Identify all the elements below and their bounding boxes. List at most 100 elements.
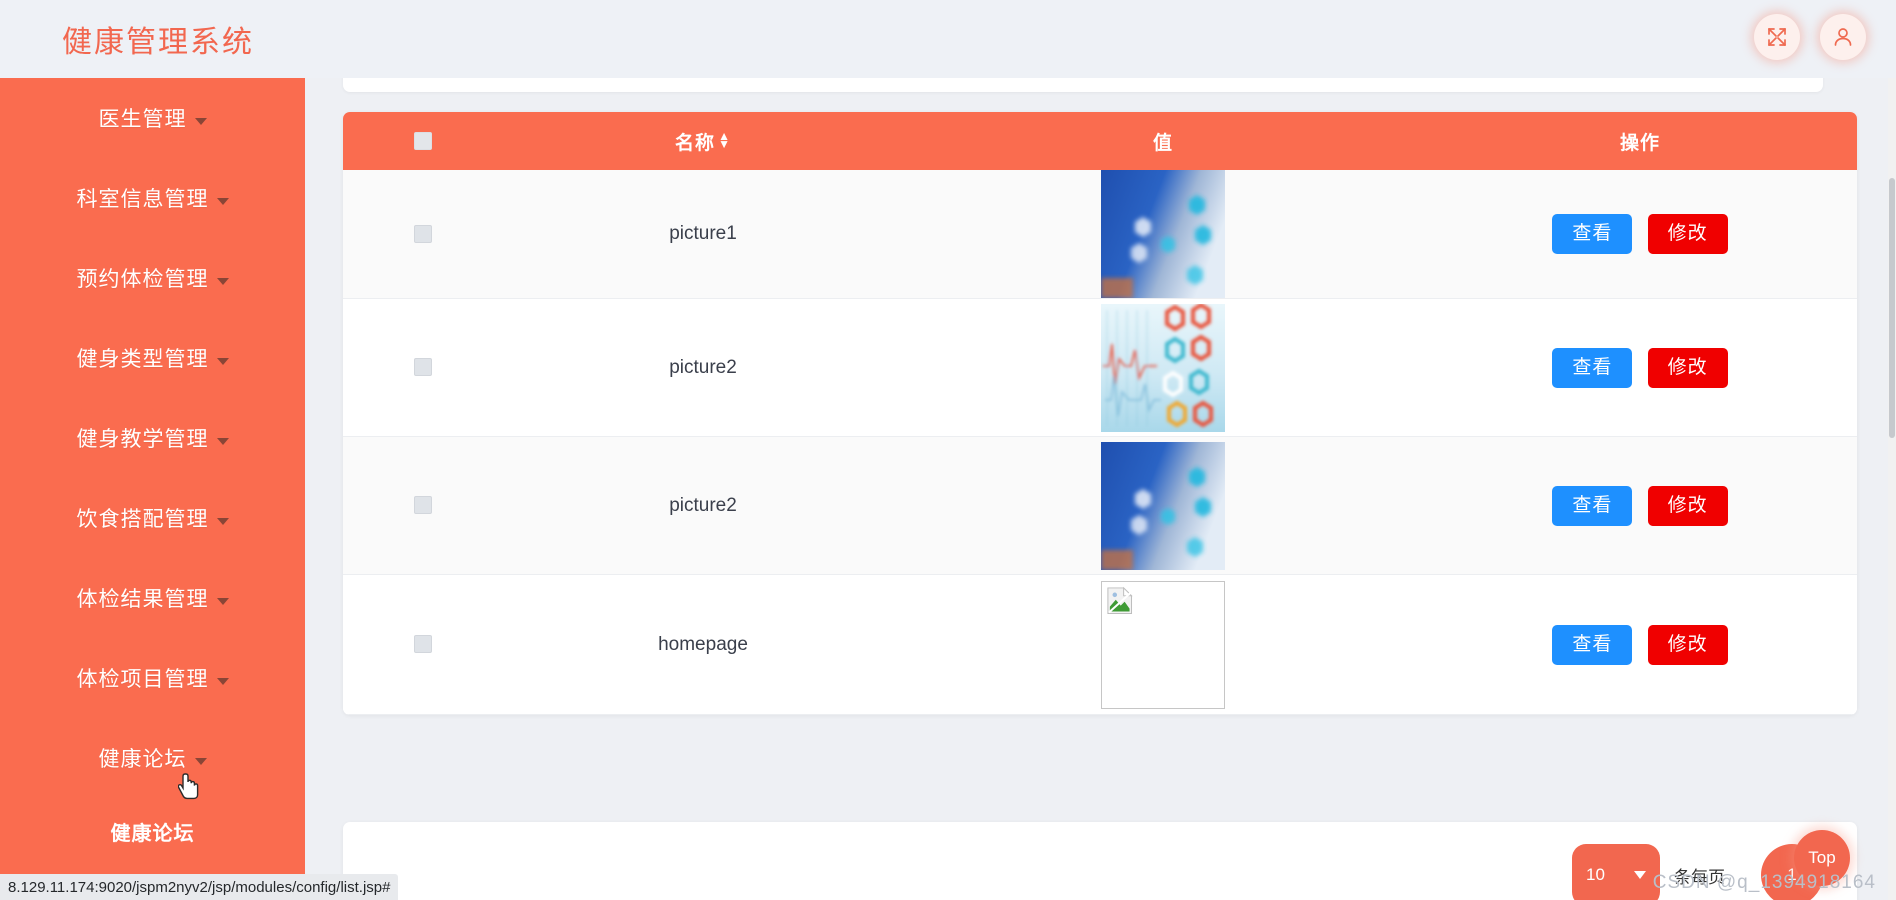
row-checkbox[interactable] (414, 496, 432, 515)
sidebar-item-fitness-teaching-management[interactable]: 健身教学管理 (0, 398, 305, 478)
header-select-all[interactable] (343, 112, 503, 170)
thumbnail-wrapper (903, 170, 1423, 298)
view-button[interactable]: 查看 (1552, 347, 1633, 388)
edit-button[interactable]: 修改 (1647, 485, 1728, 526)
view-button[interactable]: 查看 (1552, 214, 1633, 254)
sidebar-item-label: 体检结果管理 (76, 588, 209, 611)
sidebar-item-label: 体检项目管理 (76, 668, 209, 691)
sidebar-item-label: 预约体检管理 (76, 268, 209, 291)
chevron-down-icon (194, 757, 207, 765)
row-operation-cell: 查看 修改 (1423, 170, 1857, 299)
thumbnail-wrapper (903, 580, 1423, 709)
row-select-cell[interactable] (343, 298, 503, 437)
row-value-cell (903, 298, 1423, 437)
vertical-scrollbar-thumb[interactable] (1889, 178, 1895, 438)
chevron-down-icon (216, 677, 229, 685)
row-name-cell: picture1 (503, 170, 903, 299)
sidebar-item-label: 健身教学管理 (76, 428, 209, 451)
page-size-value: 10 (1586, 865, 1605, 884)
row-value-cell (903, 574, 1423, 715)
sidebar-item-department-info-management[interactable]: 科室信息管理 (0, 158, 305, 238)
thumbnail-image-blue-hex[interactable] (1101, 170, 1225, 298)
sidebar-item-label: 医生管理 (98, 108, 187, 131)
sidebar-item-label: 科室信息管理 (76, 188, 209, 211)
pagination-footer: 10 条每页 1 (343, 822, 1857, 900)
thumbnail-image-blue-hex[interactable] (1101, 441, 1225, 570)
row-name-value: picture1 (669, 223, 737, 244)
header-operation: 操作 (1423, 112, 1857, 170)
table-row[interactable]: picture2 查看 修改 (343, 298, 1857, 437)
select-all-checkbox[interactable] (414, 131, 432, 150)
header-name[interactable]: 名称 ▲ ▼ (503, 112, 903, 170)
header-name-label: 名称 (675, 132, 716, 154)
sidebar-item-fitness-type-management[interactable]: 健身类型管理 (0, 318, 305, 398)
row-checkbox[interactable] (414, 224, 432, 243)
main-content: 名称 ▲ ▼ 值 操作 picture1 查看 修改 picture2 查看 修… (305, 78, 1896, 900)
fullscreen-icon[interactable] (1754, 14, 1800, 60)
sidebar-item-checkup-project-management[interactable]: 体检项目管理 (0, 638, 305, 718)
row-name-cell: homepage (503, 574, 903, 715)
chevron-down-icon (216, 437, 229, 445)
chevron-down-icon (216, 597, 229, 605)
row-operation-cell: 查看 修改 (1423, 436, 1857, 575)
row-name-cell: picture2 (503, 436, 903, 575)
row-select-cell[interactable] (343, 436, 503, 575)
table-row[interactable]: homepage 查看 修改 (343, 574, 1857, 715)
row-checkbox[interactable] (414, 358, 432, 377)
sidebar-item-diet-plan-management[interactable]: 饮食搭配管理 (0, 478, 305, 558)
row-name-value: homepage (658, 633, 748, 655)
header-value: 值 (903, 112, 1423, 170)
row-value-cell (903, 436, 1423, 575)
sidebar-item-label: 健康论坛 (98, 748, 187, 771)
sidebar-item-appointment-checkup-management[interactable]: 预约体检管理 (0, 238, 305, 318)
chevron-down-icon (216, 277, 229, 285)
edit-button[interactable]: 修改 (1647, 624, 1728, 665)
chevron-down-icon (216, 197, 229, 205)
chevron-down-icon (194, 117, 207, 125)
page-title: 健康管理系统 (62, 26, 254, 59)
table-row[interactable]: picture2 查看 修改 (343, 436, 1857, 575)
edit-button[interactable]: 修改 (1647, 347, 1728, 388)
topbar-icon-group (1754, 14, 1866, 60)
page-size-select[interactable]: 10 (1572, 844, 1660, 900)
top-bar: 健康管理系统 (0, 0, 1896, 78)
user-icon[interactable] (1820, 14, 1866, 60)
sidebar-item-label: 饮食搭配管理 (76, 508, 209, 531)
row-name-cell: picture2 (503, 298, 903, 437)
row-name-value: picture2 (669, 356, 737, 378)
row-select-cell[interactable] (343, 170, 503, 299)
sidebar-item-checkup-result-management[interactable]: 体检结果管理 (0, 558, 305, 638)
sidebar-item-label: 健身类型管理 (76, 348, 209, 371)
chevron-down-icon (1634, 871, 1646, 879)
sort-arrows-icon[interactable]: ▲ ▼ (718, 130, 731, 150)
thumbnail-wrapper (903, 303, 1423, 432)
header-operation-label: 操作 (1619, 132, 1660, 154)
row-value-cell (903, 170, 1423, 299)
watermark: CSDN @q_1394918164 (1652, 872, 1876, 893)
sidebar-item-health-forum[interactable]: 健康论坛 (0, 718, 305, 798)
thumbnail-wrapper (903, 441, 1423, 570)
config-table: 名称 ▲ ▼ 值 操作 picture1 查看 修改 picture2 查看 修… (343, 112, 1857, 715)
thumbnail-image-ecg-hex[interactable] (1101, 303, 1225, 432)
table-header-row: 名称 ▲ ▼ 值 操作 (343, 112, 1857, 170)
sidebar-navigation: 医生管理 科室信息管理 预约体检管理 健身类型管理 健身教学管理 饮食搭配管理 … (0, 78, 305, 900)
broken-image-icon[interactable] (1101, 580, 1225, 709)
sidebar-submenu-item-health-forum[interactable]: 健康论坛 (0, 798, 305, 864)
view-button[interactable]: 查看 (1552, 485, 1633, 526)
view-button[interactable]: 查看 (1552, 624, 1633, 665)
row-name-value: picture2 (669, 494, 737, 516)
application-window: 健康管理系统 医生管理 科室信息管理 预约体检管理 健身类型管理 健身教学管理 … (0, 0, 1896, 900)
sidebar-item-doctor-management[interactable]: 医生管理 (0, 78, 305, 158)
table-body: picture1 查看 修改 picture2 查看 修改 picture2 查… (343, 170, 1857, 715)
table-row[interactable]: picture1 查看 修改 (343, 170, 1857, 299)
table-header: 名称 ▲ ▼ 值 操作 (343, 112, 1857, 170)
status-bar-url: 8.129.11.174:9020/jspm2nyv2/jsp/modules/… (0, 874, 399, 900)
row-operation-cell: 查看 修改 (1423, 298, 1857, 437)
row-checkbox[interactable] (414, 635, 432, 654)
chevron-down-icon (216, 357, 229, 365)
row-operation-cell: 查看 修改 (1423, 574, 1857, 715)
data-table-card: 名称 ▲ ▼ 值 操作 picture1 查看 修改 picture2 查看 修… (343, 112, 1857, 715)
row-select-cell[interactable] (343, 574, 503, 715)
sidebar-submenu-item-label: 健康论坛 (110, 822, 195, 845)
edit-button[interactable]: 修改 (1647, 214, 1728, 254)
